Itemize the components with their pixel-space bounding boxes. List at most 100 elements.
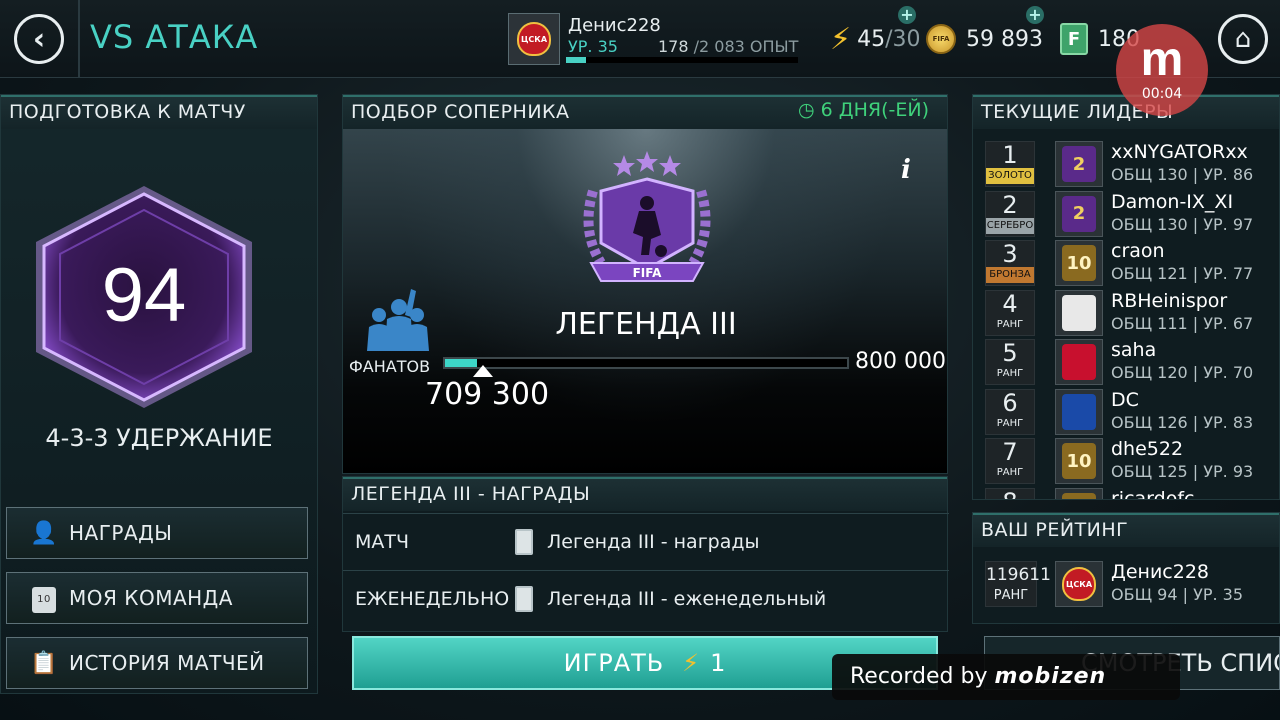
player-name: Damon-IX_XI (1111, 190, 1234, 213)
league-rewards-title: ЛЕГЕНДА III - НАГРАДЫ (343, 477, 947, 511)
club-avatar (1055, 339, 1103, 385)
mode-title: VS АТАКА (90, 18, 259, 56)
add-coins-button[interactable]: + (1026, 6, 1044, 24)
lightning-icon: ⚡ (830, 21, 852, 57)
reward-row-label: МАТЧ (355, 530, 410, 553)
recorder-time: 00:04 (1141, 86, 1183, 102)
xp-fill (566, 57, 586, 63)
xp-rest: /2 083 ОПЫТ (693, 37, 799, 56)
player-ovr: ОБЩ 111 (1111, 313, 1188, 333)
add-energy-button[interactable]: + (898, 6, 916, 24)
leader-row[interactable]: 7 РАНГ 10 dhe522 ОБЩ 125 | УР. 93 (985, 436, 1279, 484)
chevron-left-icon: ‹ (32, 21, 46, 57)
fans-progress-bar (443, 357, 849, 369)
player-stats: ОБЩ 121 | УР. 77 (1111, 264, 1254, 283)
play-button-label: ИГРАТЬ (563, 649, 665, 677)
my-stats: ОБЩ 94 | УР. 35 (1111, 585, 1244, 604)
rank-box: 6 РАНГ (985, 388, 1035, 435)
rank-box: 3 БРОНЗА (985, 240, 1035, 286)
player-level: УР. 93 (1203, 462, 1254, 481)
leader-row[interactable]: 1 ЗОЛОТО 2 xxNYGATORxx ОБЩ 130 | УР. 86 (985, 139, 1279, 187)
home-icon: ⌂ (1234, 24, 1252, 54)
cska-crest-icon: ЦСКА (1062, 567, 1096, 601)
back-button[interactable]: ‹ (14, 14, 64, 64)
my-ovr: ОБЩ 94 (1111, 585, 1178, 604)
recorded-by-text: Recorded by (850, 664, 988, 689)
recorder-bubble[interactable]: m 00:04 (1116, 24, 1208, 116)
my-team-button[interactable]: 10 МОЯ КОМАНДА (6, 572, 308, 624)
leader-row[interactable]: 2 СЕРЕБРО 2 Damon-IX_XI ОБЩ 130 | УР. 97 (985, 189, 1279, 237)
play-cost: 1 (710, 649, 727, 677)
rank-number: 7 (1002, 438, 1018, 466)
my-level: УР. 35 (1193, 585, 1244, 604)
xp-current: 178 (658, 37, 689, 56)
formation-label: 4-3-3 УДЕРЖАНИЕ (45, 424, 273, 452)
player-name: craon (1111, 240, 1165, 262)
match-history-button[interactable]: 📋 ИСТОРИЯ МАТЧЕЙ (6, 637, 308, 689)
club-avatar: 10 (1055, 240, 1103, 286)
divider (78, 0, 80, 78)
coins-value: 59 893 (966, 26, 1043, 52)
rank-tag: РАНГ (996, 368, 1024, 379)
rewards-button-label: НАГРАДЫ (69, 521, 173, 545)
rank-tag: СЕРЕБРО (986, 217, 1034, 234)
energy-max: /30 (885, 26, 921, 52)
fans-label: ФАНАТОВ (349, 357, 431, 376)
rewards-button[interactable]: 👤 НАГРАДЫ (6, 507, 308, 559)
leader-row[interactable]: 8 ricardofc (985, 486, 1279, 500)
club-crest-icon (1062, 294, 1096, 331)
xp-bar (566, 57, 798, 63)
rank-box: 4 РАНГ (985, 289, 1035, 336)
rank-number: 8 (986, 489, 1034, 500)
player-level: УР. 70 (1203, 363, 1254, 382)
rank-number: 5 (1002, 339, 1018, 367)
coins-counter[interactable]: FIFA 59 893 (926, 12, 1043, 66)
team-rating: 94 (101, 253, 187, 338)
player-stats: ОБЩ 126 | УР. 83 (1111, 412, 1254, 432)
card-pack-icon (515, 528, 533, 555)
my-rating-row[interactable]: 119611 РАНГ ЦСКА Денис228 ОБЩ 94 | УР. 3… (985, 559, 1280, 607)
leader-row[interactable]: 3 БРОНЗА 10 craon ОБЩ 121 | УР. 77 (985, 238, 1279, 286)
info-icon[interactable]: i (901, 155, 911, 185)
fans-current: 709 300 (425, 377, 550, 412)
home-button[interactable]: ⌂ (1218, 14, 1268, 64)
reward-row-weekly[interactable]: ЕЖЕНЕДЕЛЬНО Легенда III - еженедельный (343, 570, 949, 626)
match-prep-title: ПОДГОТОВКА К МАТЧУ (1, 95, 317, 129)
my-team-button-label: МОЯ КОМАНДА (69, 586, 233, 610)
leader-row[interactable]: 6 РАНГ DC ОБЩ 126 | УР. 83 (985, 387, 1279, 435)
jersey-number: 10 (32, 587, 56, 613)
rank-tag: БРОНЗА (986, 267, 1034, 283)
club-avatar: 2 (1055, 190, 1103, 237)
lightning-icon: ⚡ (682, 649, 701, 677)
player-name: xxNYGATORxx (1111, 141, 1248, 163)
player-ovr: ОБЩ 130 (1111, 165, 1188, 184)
reward-row-value: Легенда III - награды (547, 530, 760, 553)
fans-icon (367, 289, 429, 351)
player-ovr: ОБЩ 125 (1111, 462, 1188, 481)
profile-box[interactable]: ЦСКА Денис228 УР. 35 178 /2 083 ОПЫТ (508, 13, 798, 65)
club-crest-icon: 2 (1062, 195, 1096, 232)
player-level: УР. 83 (1203, 412, 1254, 432)
leader-row[interactable]: 5 РАНГ saha ОБЩ 120 | УР. 70 (985, 337, 1279, 385)
season-timer: ◷ 6 ДНЯ(-ЕЙ) (798, 99, 929, 121)
player-stats: ОБЩ 120 | УР. 70 (1111, 363, 1254, 382)
player-level: УР. 97 (1203, 214, 1254, 234)
player-level: УР. 86 (1203, 165, 1254, 184)
jersey-icon: 10 (27, 583, 61, 613)
player-ovr: ОБЩ 121 (1111, 264, 1188, 283)
club-avatar: 10 (1055, 438, 1103, 484)
player-stats: ОБЩ 130 | УР. 97 (1111, 214, 1254, 234)
club-avatar (1055, 487, 1103, 499)
rank-tag: РАНГ (996, 467, 1024, 478)
rank-number: 3 (1002, 240, 1018, 268)
my-rank: 119611 (986, 565, 1051, 585)
my-rank-box: 119611 РАНГ (985, 561, 1051, 607)
timer-text: 6 ДНЯ(-ЕЙ) (820, 99, 929, 121)
coin-icon: FIFA (926, 24, 956, 54)
player-name: ricardofc (1111, 487, 1195, 500)
player-name: dhe522 (1111, 438, 1184, 460)
club-logo: ЦСКА (508, 13, 560, 65)
reward-row-match[interactable]: МАТЧ Легенда III - награды (343, 513, 949, 569)
leader-row[interactable]: 4 РАНГ RBHeinispor ОБЩ 111 | УР. 67 (985, 288, 1279, 336)
recorder-logo-icon: m (1140, 33, 1184, 86)
